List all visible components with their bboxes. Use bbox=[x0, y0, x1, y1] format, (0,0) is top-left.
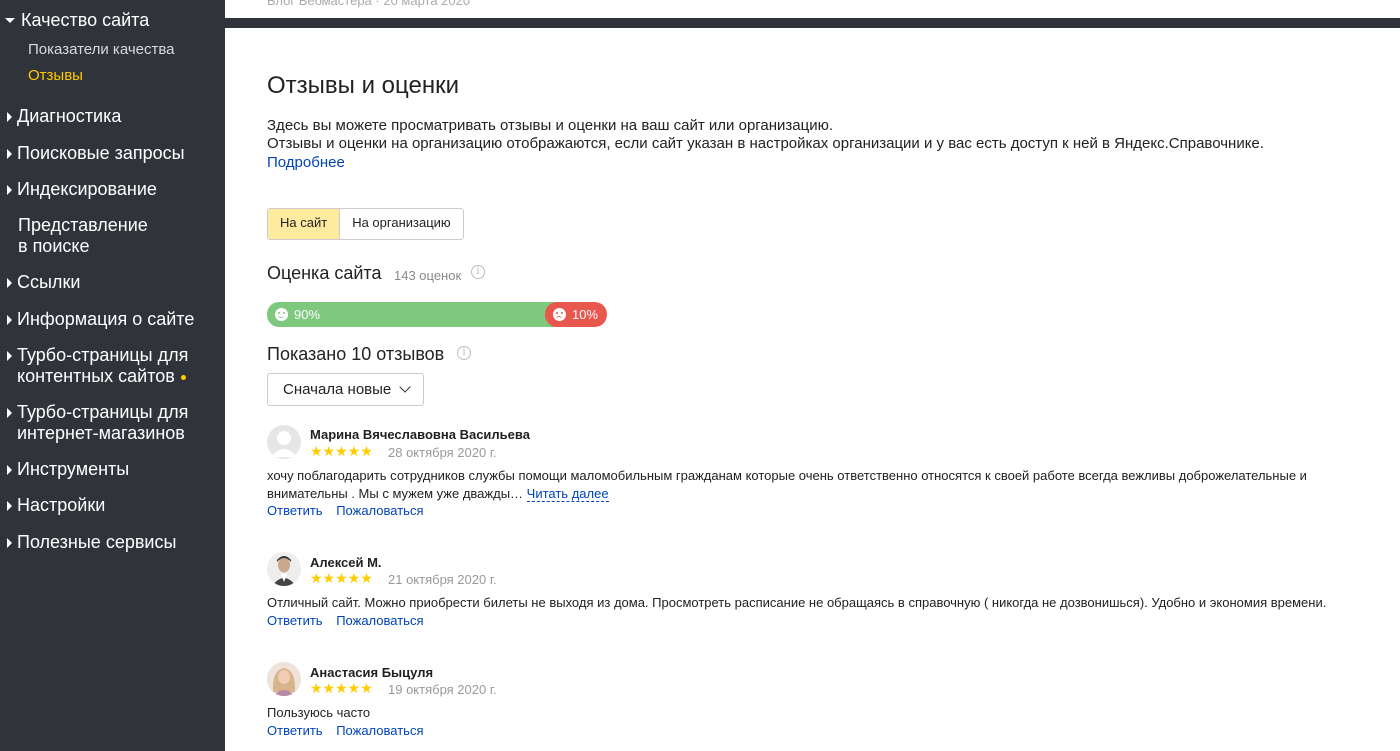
avatar[interactable] bbox=[267, 425, 301, 459]
negative-percent: 10% bbox=[572, 307, 599, 322]
triangle-down-icon bbox=[5, 18, 15, 23]
sort-dropdown[interactable]: Сначала новые bbox=[267, 373, 424, 406]
review-date: 28 октября 2020 г. bbox=[388, 445, 497, 460]
sidebar-item-search-queries[interactable]: Поисковые запросы bbox=[0, 143, 185, 164]
sidebar-item-label: Инструменты bbox=[17, 459, 130, 479]
shown-reviews-label: Показано 10 отзывов bbox=[267, 344, 445, 364]
sidebar-item-label-line2: в поиске bbox=[18, 236, 90, 256]
sidebar-item-label: Поисковые запросы bbox=[17, 143, 185, 163]
description-line-1: Здесь вы можете просматривать отзывы и о… bbox=[267, 117, 834, 134]
sidebar-item-settings[interactable]: Настройки bbox=[0, 495, 105, 516]
sidebar-item-site-quality[interactable]: Качество сайта bbox=[0, 10, 149, 31]
tab-organization[interactable]: На организацию bbox=[340, 209, 463, 239]
rating-bar: 90% 10% bbox=[267, 302, 607, 327]
sidebar-item-label-line1: Представление bbox=[18, 215, 148, 235]
sidebar-item-site-info[interactable]: Информация о сайте bbox=[0, 309, 194, 330]
review-text-body: хочу поблагодарить сотрудников службы по… bbox=[267, 468, 1307, 501]
new-indicator-dot bbox=[180, 374, 186, 380]
sidebar-item-search-appearance[interactable]: Представление в поиске bbox=[0, 215, 148, 257]
rating-count: 143 оценок bbox=[394, 268, 462, 283]
triangle-right-icon bbox=[7, 185, 12, 195]
sidebar-item-label: Информация о сайте bbox=[17, 309, 195, 329]
sidebar-item-tools[interactable]: Инструменты bbox=[0, 459, 129, 480]
info-icon[interactable]: i bbox=[471, 265, 485, 279]
sidebar-item-label: Ссылки bbox=[17, 272, 81, 292]
review-text: Отличный сайт. Можно приобрести билеты н… bbox=[267, 595, 1327, 610]
sidebar-item-label: Турбо-страницы для интернет-магазинов bbox=[17, 402, 188, 444]
site-rating-label: Оценка сайта bbox=[267, 263, 382, 283]
sidebar-item-indexing[interactable]: Индексирование bbox=[0, 179, 157, 200]
sidebar-item-turbo-content[interactable]: Турбо-страницы для контентных сайтов bbox=[0, 345, 188, 387]
reply-link[interactable]: Ответить bbox=[267, 723, 323, 738]
star-rating: ★★★★★ bbox=[310, 571, 373, 587]
review-author-name[interactable]: Анастасия Быцуля bbox=[310, 665, 433, 680]
review-actions: Ответить Пожаловаться bbox=[267, 503, 434, 518]
sidebar-item-label: Представление в поиске bbox=[18, 215, 148, 257]
sidebar-item-label-line2: контентных сайтов bbox=[17, 366, 175, 386]
triangle-right-icon bbox=[7, 351, 12, 361]
report-link[interactable]: Пожаловаться bbox=[336, 613, 423, 628]
sidebar-item-links[interactable]: Ссылки bbox=[0, 272, 80, 293]
triangle-right-icon bbox=[7, 149, 12, 159]
triangle-right-icon bbox=[7, 315, 12, 325]
review-date: 19 октября 2020 г. bbox=[388, 682, 497, 697]
sidebar-item-label: Полезные сервисы bbox=[17, 532, 177, 552]
negative-rating-segment: 10% bbox=[545, 302, 607, 327]
sidebar-subitem-quality-metrics[interactable]: Показатели качества bbox=[28, 41, 175, 58]
review-target-tabs: На сайт На организацию bbox=[267, 208, 464, 240]
sidebar: Качество сайта Показатели качества Отзыв… bbox=[0, 0, 225, 751]
report-link[interactable]: Пожаловаться bbox=[336, 503, 423, 518]
sidebar-item-label-line1: Турбо-страницы для bbox=[17, 402, 189, 422]
sidebar-item-diagnostics[interactable]: Диагностика bbox=[0, 106, 121, 127]
sidebar-subitem-reviews[interactable]: Отзывы bbox=[28, 67, 83, 84]
review-actions: Ответить Пожаловаться bbox=[267, 723, 434, 738]
blog-news-text[interactable]: Блог Вебмастера · 20 марта 2020 bbox=[267, 0, 470, 8]
triangle-right-icon bbox=[7, 465, 12, 475]
sidebar-item-useful-services[interactable]: Полезные сервисы bbox=[0, 532, 176, 553]
frown-icon bbox=[553, 308, 566, 321]
positive-percent: 90% bbox=[294, 307, 321, 322]
sidebar-item-label: Настройки bbox=[17, 495, 106, 515]
avatar[interactable] bbox=[267, 662, 301, 696]
sidebar-item-label: Индексирование bbox=[17, 179, 157, 199]
triangle-right-icon bbox=[7, 112, 12, 122]
avatar[interactable] bbox=[267, 552, 301, 586]
sidebar-item-turbo-shops[interactable]: Турбо-страницы для интернет-магазинов bbox=[0, 402, 188, 444]
sort-dropdown-value: Сначала новые bbox=[283, 381, 392, 398]
positive-rating-segment: 90% bbox=[267, 302, 559, 327]
page-title: Отзывы и оценки bbox=[267, 72, 459, 99]
tab-site[interactable]: На сайт bbox=[268, 209, 341, 239]
sidebar-item-label-line1: Турбо-страницы для bbox=[17, 345, 189, 365]
sidebar-item-label: Турбо-страницы для контентных сайтов bbox=[17, 345, 188, 387]
read-more-link[interactable]: Читать далее bbox=[526, 486, 609, 502]
review-text: Пользуюсь часто bbox=[267, 705, 371, 720]
reply-link[interactable]: Ответить bbox=[267, 613, 323, 628]
reply-link[interactable]: Ответить bbox=[267, 503, 323, 518]
description-line-2: Отзывы и оценки на организацию отображаю… bbox=[267, 135, 1264, 152]
triangle-right-icon bbox=[7, 538, 12, 548]
sidebar-item-label-line2: интернет-магазинов bbox=[17, 423, 185, 443]
review-date: 21 октября 2020 г. bbox=[388, 572, 497, 587]
sidebar-item-label: Диагностика bbox=[17, 106, 122, 126]
review-author-name[interactable]: Алексей М. bbox=[310, 555, 382, 570]
review-text: хочу поблагодарить сотрудников службы по… bbox=[267, 467, 1367, 503]
sidebar-item-label: Качество сайта bbox=[21, 10, 150, 30]
chevron-down-icon bbox=[399, 381, 411, 393]
review-actions: Ответить Пожаловаться bbox=[267, 613, 434, 628]
info-icon[interactable]: i bbox=[457, 346, 471, 360]
triangle-right-icon bbox=[7, 501, 12, 511]
triangle-right-icon bbox=[7, 408, 12, 418]
star-rating: ★★★★★ bbox=[310, 444, 373, 460]
report-link[interactable]: Пожаловаться bbox=[336, 723, 423, 738]
smile-icon bbox=[275, 308, 288, 321]
top-divider-bar bbox=[225, 18, 1400, 28]
triangle-right-icon bbox=[7, 278, 12, 288]
review-author-name[interactable]: Марина Вячеславовна Васильева bbox=[310, 427, 530, 442]
star-rating: ★★★★★ bbox=[310, 681, 373, 697]
more-info-link[interactable]: Подробнее bbox=[267, 154, 345, 171]
